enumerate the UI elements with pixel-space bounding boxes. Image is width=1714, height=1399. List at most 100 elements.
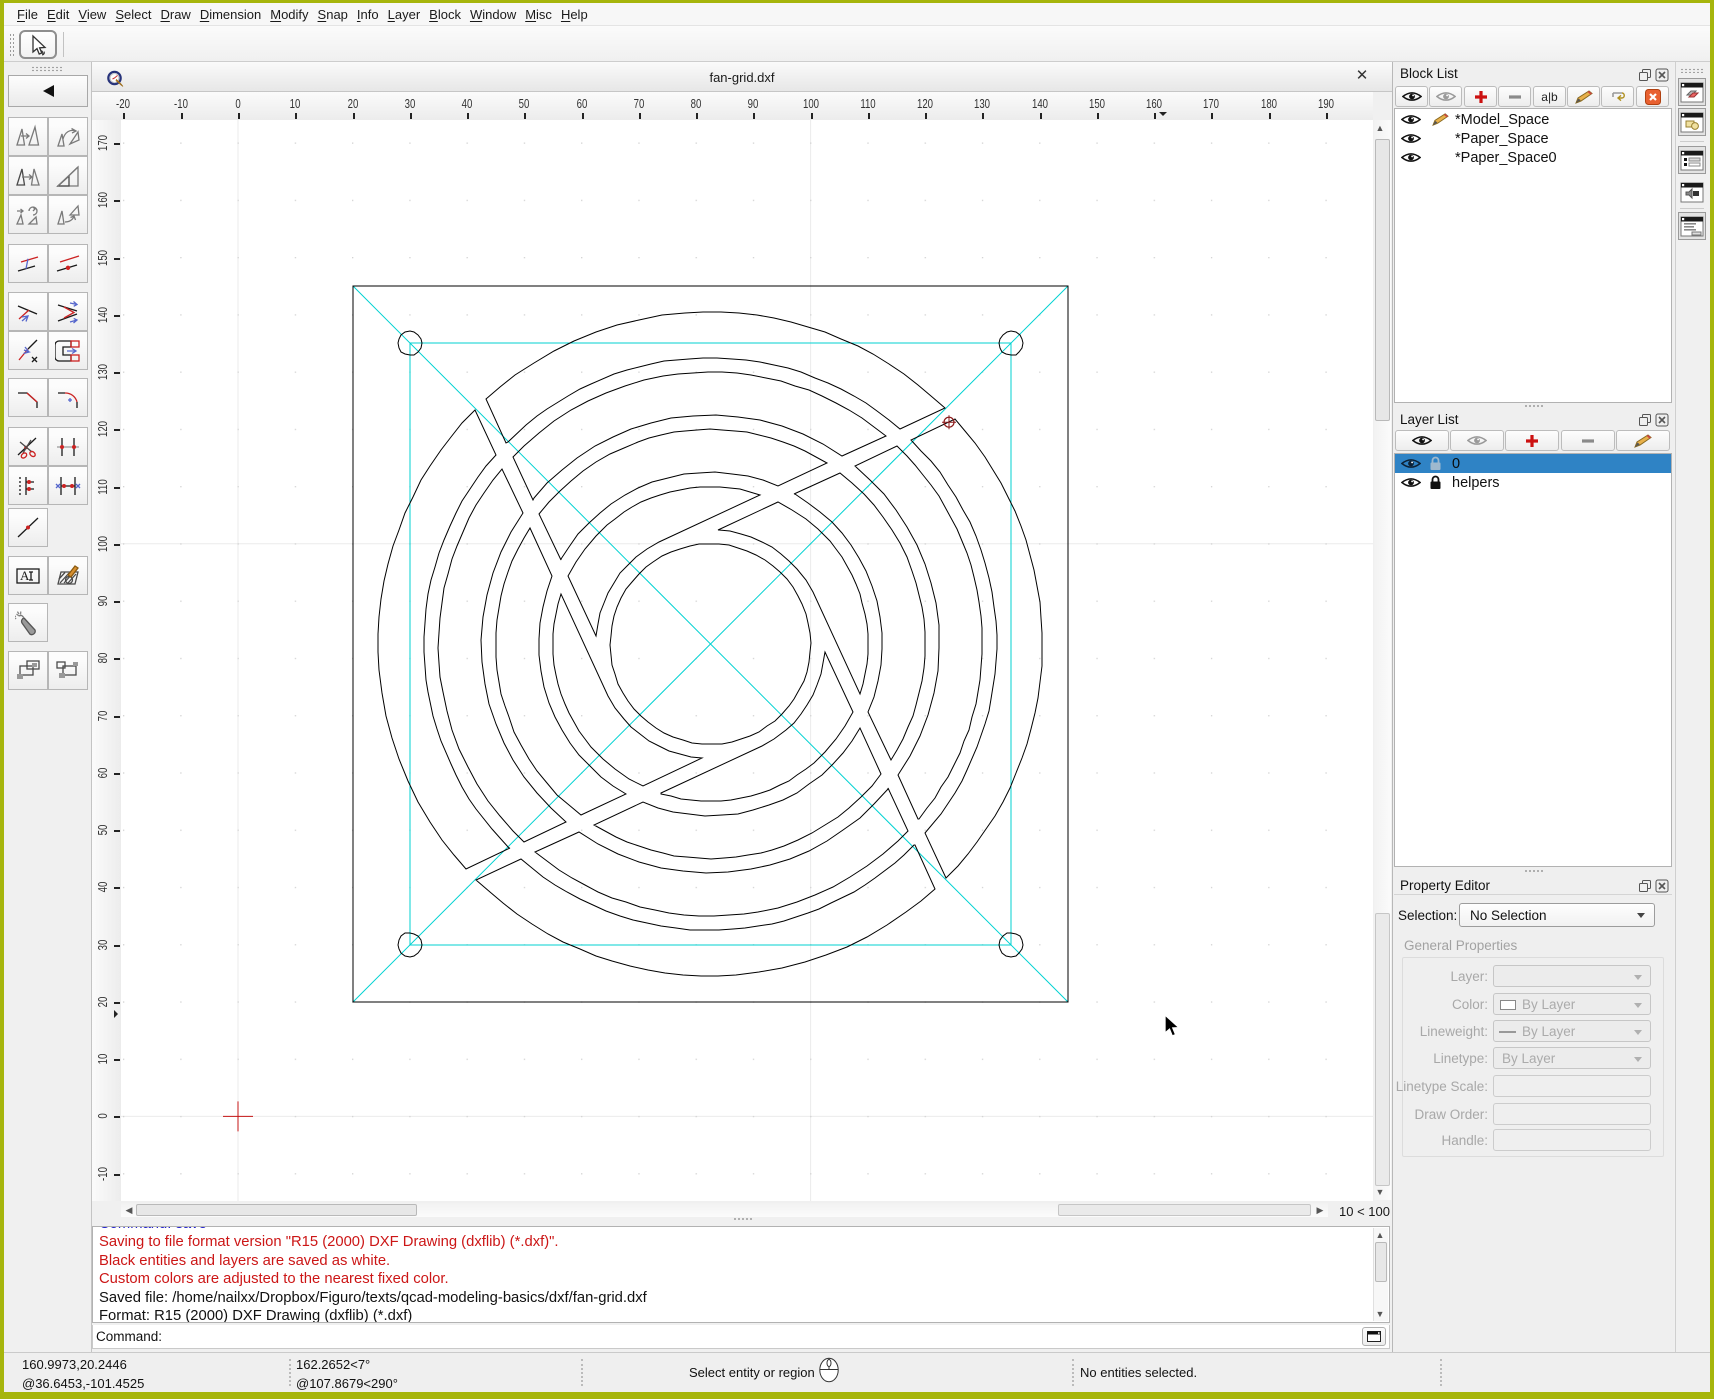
menu-misc[interactable]: Misc xyxy=(525,5,552,24)
show-all-blocks-button[interactable] xyxy=(1395,86,1428,107)
modify-edit-block2-button[interactable] xyxy=(48,651,88,690)
show-all-layers-button[interactable] xyxy=(1395,430,1449,451)
modify-edit-block-button[interactable] xyxy=(8,651,48,690)
menu-help[interactable]: Help xyxy=(561,5,588,24)
scroll-up-icon[interactable]: ▲ xyxy=(1374,122,1386,134)
float-panel-icon[interactable] xyxy=(1638,413,1652,427)
menu-layer[interactable]: Layer xyxy=(388,5,421,24)
modify-explode-button[interactable] xyxy=(8,603,48,642)
eye-icon[interactable] xyxy=(1400,113,1422,126)
close-document-icon[interactable]: ✕ xyxy=(1354,68,1370,84)
modify-lengthen-button[interactable] xyxy=(48,244,88,283)
scroll-down-icon[interactable]: ▼ xyxy=(1374,1186,1386,1198)
modify-hatch-edit-button[interactable] xyxy=(48,556,88,595)
selection-tool-button[interactable] xyxy=(19,30,57,59)
purge-block-button[interactable] xyxy=(1636,86,1669,107)
close-panel-icon[interactable] xyxy=(1655,413,1669,427)
modify-break-two-button[interactable] xyxy=(48,427,88,466)
modify-divide-point-button[interactable] xyxy=(8,508,48,547)
lock-icon[interactable] xyxy=(1426,475,1444,490)
rename-block-button[interactable]: a|b xyxy=(1533,86,1566,107)
modify-move-copy-button[interactable] xyxy=(8,117,48,156)
add-block-button[interactable] xyxy=(1464,86,1497,107)
dock-drag-handle[interactable] xyxy=(1680,68,1704,73)
modify-divide-cut-button[interactable] xyxy=(8,427,48,466)
menu-edit[interactable]: Edit xyxy=(47,5,69,24)
vertical-scrollbar[interactable]: ▲ ▼ xyxy=(1374,120,1391,1200)
panel-splitter[interactable] xyxy=(1524,869,1544,873)
selection-combo[interactable]: No Selection xyxy=(1459,903,1655,927)
linetype-combo[interactable]: By Layer xyxy=(1493,1047,1651,1069)
hide-all-layers-button[interactable] xyxy=(1450,430,1504,451)
modify-clip-button[interactable] xyxy=(48,331,88,370)
menu-draw[interactable]: Draw xyxy=(160,5,190,24)
splitter-handle[interactable] xyxy=(733,1217,753,1221)
scroll-up-icon[interactable]: ▲ xyxy=(1374,1229,1386,1241)
horizontal-scroll-thumb[interactable] xyxy=(136,1204,417,1216)
menu-view[interactable]: View xyxy=(78,5,106,24)
edit-layer-button[interactable] xyxy=(1616,430,1670,451)
menu-snap[interactable]: Snap xyxy=(318,5,348,24)
panel-splitter[interactable] xyxy=(1524,404,1544,408)
dock-drag-handle[interactable] xyxy=(31,66,63,72)
horizontal-scrollbar[interactable]: ◀ ▶ xyxy=(121,1203,1328,1217)
toggle-command-line-button[interactable] xyxy=(1678,178,1706,206)
eye-icon[interactable] xyxy=(1400,132,1422,145)
scroll-right-icon[interactable]: ▶ xyxy=(1314,1204,1326,1216)
toggle-command-window-button[interactable] xyxy=(1362,1327,1386,1346)
eye-icon[interactable] xyxy=(1400,457,1422,470)
modify-text-edit-button[interactable]: A xyxy=(8,556,48,595)
hide-all-blocks-button[interactable] xyxy=(1429,86,1462,107)
layer-list-row-selected[interactable]: 0 xyxy=(1395,454,1671,473)
layer-list[interactable] xyxy=(1394,453,1672,867)
handle-input[interactable] xyxy=(1493,1129,1651,1151)
layer-list-row[interactable]: helpers xyxy=(1395,473,1671,492)
lineweight-combo[interactable]: By Layer xyxy=(1493,1020,1651,1042)
linetype-scale-input[interactable] xyxy=(1493,1075,1651,1097)
modify-break-gap-button[interactable] xyxy=(8,466,48,505)
color-combo[interactable]: By Layer xyxy=(1493,993,1651,1015)
modify-break-manual-button[interactable] xyxy=(48,466,88,505)
eye-icon[interactable] xyxy=(1400,151,1422,164)
modify-bevel-button[interactable] xyxy=(8,378,48,417)
lock-icon[interactable] xyxy=(1426,456,1444,471)
remove-layer-button[interactable] xyxy=(1561,430,1615,451)
command-input[interactable] xyxy=(165,1327,1357,1345)
menu-info[interactable]: Info xyxy=(357,5,379,24)
toggle-layer-list-button[interactable] xyxy=(1678,78,1706,106)
menu-dimension[interactable]: Dimension xyxy=(200,5,261,24)
toggle-command-history-button[interactable] xyxy=(1678,212,1706,240)
close-panel-icon[interactable] xyxy=(1655,68,1669,82)
scroll-down-icon[interactable]: ▼ xyxy=(1374,1308,1386,1320)
toggle-property-editor-button[interactable] xyxy=(1678,146,1706,174)
modify-mirror-button[interactable] xyxy=(8,156,48,195)
toggle-block-list-button[interactable] xyxy=(1678,108,1706,136)
remove-block-button[interactable] xyxy=(1498,86,1531,107)
vertical-scroll-thumb[interactable] xyxy=(1375,139,1390,421)
draw-order-input[interactable] xyxy=(1493,1103,1651,1125)
float-panel-icon[interactable] xyxy=(1638,879,1652,893)
history-scrollbar[interactable]: ▲ ▼ xyxy=(1373,1228,1388,1321)
drawing-titlebar[interactable]: fan-grid.dxf ✕ xyxy=(92,62,1392,92)
modify-move-rotate-button[interactable] xyxy=(8,195,48,234)
menu-window[interactable]: Window xyxy=(470,5,516,24)
eye-icon[interactable] xyxy=(1400,476,1422,489)
history-scroll-thumb[interactable] xyxy=(1375,1242,1387,1282)
menu-modify[interactable]: Modify xyxy=(270,5,308,24)
add-layer-button[interactable] xyxy=(1505,430,1559,451)
modify-shorten-button[interactable] xyxy=(8,331,48,370)
float-panel-icon[interactable] xyxy=(1638,68,1652,82)
modify-rotate-two-button[interactable] xyxy=(48,195,88,234)
scroll-page-block[interactable] xyxy=(1058,1204,1311,1216)
close-panel-icon[interactable] xyxy=(1655,879,1669,893)
modify-trim-two-button[interactable] xyxy=(48,292,88,331)
toolbar-drag-handle[interactable] xyxy=(9,33,15,56)
block-list-row[interactable]: *Paper_Space xyxy=(1396,129,1670,148)
edit-block-button[interactable] xyxy=(1567,86,1600,107)
layer-combo[interactable] xyxy=(1493,965,1651,987)
back-button[interactable] xyxy=(8,75,88,107)
menu-select[interactable]: Select xyxy=(115,5,151,24)
menu-block[interactable]: Block xyxy=(429,5,461,24)
insert-block-button[interactable] xyxy=(1601,86,1634,107)
block-list-row[interactable]: *Model_Space xyxy=(1396,110,1670,129)
